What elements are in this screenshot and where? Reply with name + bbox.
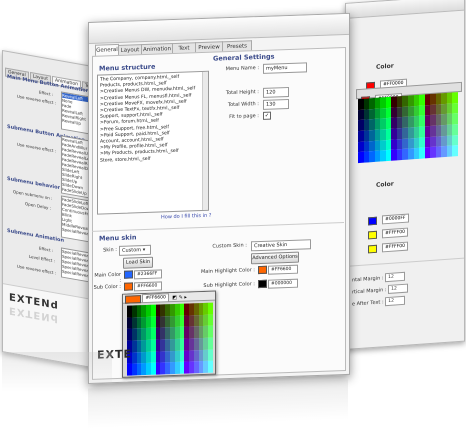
color-palette[interactable] — [127, 302, 213, 376]
hex-field-yellow-2[interactable]: #FFFF00 — [382, 241, 408, 253]
divider — [346, 257, 464, 267]
sub-color-label: Sub Color : — [93, 283, 121, 291]
sub-highlight-input[interactable]: #000000 — [268, 278, 298, 289]
palette-cell[interactable] — [452, 134, 458, 146]
fit-to-page-checkbox[interactable]: ✓ — [263, 111, 271, 120]
reflection — [2, 352, 112, 392]
sub-color-input[interactable]: #FF6600 — [134, 281, 162, 292]
picker-preview-swatch — [125, 294, 141, 304]
advanced-options-button[interactable]: Advanced Options — [251, 251, 299, 265]
palette-cell[interactable] — [452, 102, 458, 114]
title-bar — [89, 13, 349, 44]
margin-row: rtical Margin : 12 — [352, 283, 409, 297]
picker-tools-icon[interactable]: ◩ ✎ ▸ — [172, 295, 187, 302]
main-color-swatch[interactable] — [124, 270, 133, 279]
load-skin-button[interactable]: Load Skin — [123, 256, 153, 269]
palette-cell[interactable] — [208, 337, 213, 350]
reverse-label: Use reverse effect : — [17, 141, 57, 154]
color-palette[interactable] — [358, 92, 458, 164]
scrollbar[interactable] — [202, 71, 208, 211]
sub-color-swatch[interactable] — [124, 282, 133, 291]
palette-cell[interactable] — [452, 113, 458, 125]
main-color-label: Main Color : — [94, 271, 121, 284]
picker-hex-field[interactable]: #FF6600 — [142, 293, 169, 304]
palette-cell[interactable] — [452, 92, 458, 104]
level-label: Level Effect : — [29, 253, 55, 264]
palette-cell[interactable] — [208, 314, 213, 327]
effect-label: Effect : — [39, 89, 54, 98]
margin-label: rtical Margin : — [352, 287, 387, 296]
palette-cell[interactable] — [452, 124, 458, 136]
margin-row: ntal Margin : 12 — [352, 271, 406, 285]
color-heading-2: Color — [376, 180, 394, 189]
back-window-right: Color #FF0000 #FF0000 ◩ ✎ ▸ Color #0000F… — [345, 0, 465, 350]
main-color-input[interactable]: #2366FF — [134, 269, 162, 280]
color-heading: Color — [376, 62, 394, 71]
menu-name-input[interactable]: myMenu — [263, 62, 307, 74]
title-bar — [346, 0, 464, 19]
margin-label: ntal Margin : — [352, 275, 384, 284]
main-highlight-input[interactable]: #FF6600 — [268, 264, 298, 275]
menu-structure-textarea[interactable]: The Company, company.html,_self Products,… — [97, 70, 209, 215]
margin-label: e After Text : — [352, 299, 384, 308]
margin-field[interactable]: 12 — [388, 283, 409, 294]
palette-cell[interactable] — [452, 145, 458, 157]
margin-row: e After Text : 12 — [352, 295, 406, 309]
palette-cell[interactable] — [208, 349, 213, 362]
color-row-yellow-2[interactable]: #FFFF00 — [368, 236, 408, 258]
chevron-down-icon: ▾ — [142, 247, 146, 254]
reverse-label: Use reverse effect : — [17, 263, 57, 276]
skin-select-value: Custom — [122, 247, 142, 254]
margin-field[interactable]: 12 — [385, 295, 406, 307]
total-height-input[interactable]: 120 — [263, 86, 289, 98]
effect-label: Effect : — [39, 245, 54, 254]
color-picker-popup[interactable]: #FF6600 ◩ ✎ ▸ — [122, 290, 216, 378]
custom-skin-input[interactable]: Creative Skin — [251, 239, 311, 252]
skin-label: Skin : — [103, 246, 117, 254]
delay-label: Open Delay : — [25, 201, 52, 211]
total-width-input[interactable]: 130 — [263, 98, 289, 110]
menu-items: The Company, company.html,_self Products,… — [98, 72, 208, 167]
skin-select[interactable]: Custom ▾ — [119, 244, 151, 256]
reflection — [88, 379, 348, 429]
section-title: Submenu Animation — [7, 227, 65, 244]
sub-highlight-swatch[interactable] — [258, 279, 267, 289]
menu-skin-title: Menu skin — [99, 233, 137, 243]
color-swatch-yellow-2[interactable] — [368, 244, 377, 253]
main-highlight-swatch[interactable] — [258, 265, 267, 275]
main-window: General Layout Animation Text Preview Pr… — [88, 12, 350, 384]
open-label: Open submenu on : — [13, 188, 53, 201]
margin-field[interactable]: 12 — [385, 271, 406, 283]
palette-cell[interactable] — [208, 360, 213, 373]
palette-cell[interactable] — [208, 325, 213, 338]
palette-cell[interactable] — [208, 302, 213, 315]
